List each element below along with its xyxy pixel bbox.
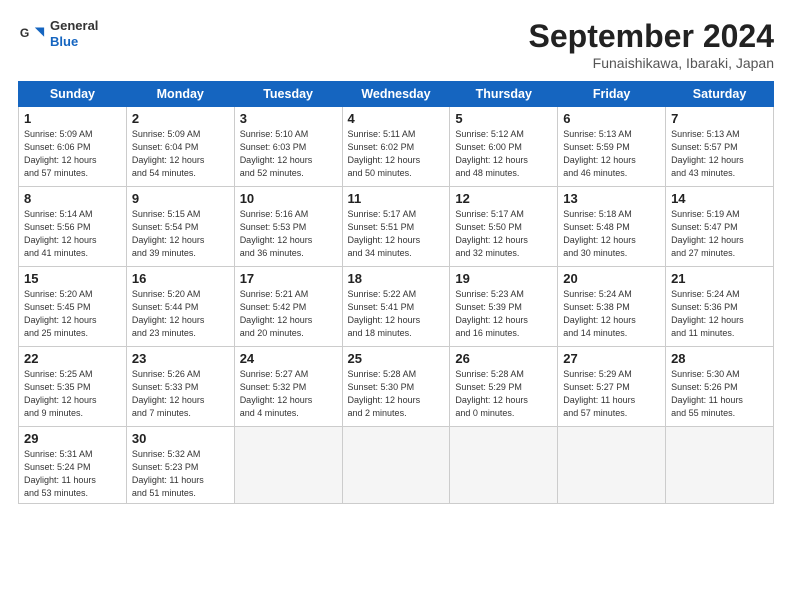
- day-7: 7 Sunrise: 5:13 AMSunset: 5:57 PMDayligh…: [666, 107, 774, 187]
- day-11: 11 Sunrise: 5:17 AMSunset: 5:51 PMDaylig…: [342, 187, 450, 267]
- title-block: September 2024 Funaishikawa, Ibaraki, Ja…: [529, 18, 774, 71]
- page-header: G General Blue September 2024 Funaishika…: [18, 18, 774, 71]
- day-13: 13 Sunrise: 5:18 AMSunset: 5:48 PMDaylig…: [558, 187, 666, 267]
- day-17: 17 Sunrise: 5:21 AMSunset: 5:42 PMDaylig…: [234, 267, 342, 347]
- day-23: 23 Sunrise: 5:26 AMSunset: 5:33 PMDaylig…: [126, 347, 234, 427]
- day-16: 16 Sunrise: 5:20 AMSunset: 5:44 PMDaylig…: [126, 267, 234, 347]
- day-26: 26 Sunrise: 5:28 AMSunset: 5:29 PMDaylig…: [450, 347, 558, 427]
- col-friday: Friday: [558, 82, 666, 107]
- day-22: 22 Sunrise: 5:25 AMSunset: 5:35 PMDaylig…: [19, 347, 127, 427]
- table-row: 8 Sunrise: 5:14 AMSunset: 5:56 PMDayligh…: [19, 187, 774, 267]
- table-row: 29 Sunrise: 5:31 AMSunset: 5:24 PMDaylig…: [19, 427, 774, 504]
- table-row: 15 Sunrise: 5:20 AMSunset: 5:45 PMDaylig…: [19, 267, 774, 347]
- day-14: 14 Sunrise: 5:19 AMSunset: 5:47 PMDaylig…: [666, 187, 774, 267]
- logo-icon: G: [18, 20, 46, 48]
- table-row: 22 Sunrise: 5:25 AMSunset: 5:35 PMDaylig…: [19, 347, 774, 427]
- day-empty-4: [558, 427, 666, 504]
- day-empty-1: [234, 427, 342, 504]
- calendar-table: Sunday Monday Tuesday Wednesday Thursday…: [18, 81, 774, 504]
- logo-general: General: [50, 18, 98, 34]
- day-3: 3 Sunrise: 5:10 AMSunset: 6:03 PMDayligh…: [234, 107, 342, 187]
- day-19: 19 Sunrise: 5:23 AMSunset: 5:39 PMDaylig…: [450, 267, 558, 347]
- day-28: 28 Sunrise: 5:30 AMSunset: 5:26 PMDaylig…: [666, 347, 774, 427]
- day-24: 24 Sunrise: 5:27 AMSunset: 5:32 PMDaylig…: [234, 347, 342, 427]
- location: Funaishikawa, Ibaraki, Japan: [529, 55, 774, 71]
- col-saturday: Saturday: [666, 82, 774, 107]
- day-2: 2 Sunrise: 5:09 AMSunset: 6:04 PMDayligh…: [126, 107, 234, 187]
- day-18: 18 Sunrise: 5:22 AMSunset: 5:41 PMDaylig…: [342, 267, 450, 347]
- day-empty-3: [450, 427, 558, 504]
- col-thursday: Thursday: [450, 82, 558, 107]
- day-8: 8 Sunrise: 5:14 AMSunset: 5:56 PMDayligh…: [19, 187, 127, 267]
- day-1: 1 Sunrise: 5:09 AMSunset: 6:06 PMDayligh…: [19, 107, 127, 187]
- day-6: 6 Sunrise: 5:13 AMSunset: 5:59 PMDayligh…: [558, 107, 666, 187]
- logo: G General Blue: [18, 18, 98, 49]
- day-10: 10 Sunrise: 5:16 AMSunset: 5:53 PMDaylig…: [234, 187, 342, 267]
- table-row: 1 Sunrise: 5:09 AMSunset: 6:06 PMDayligh…: [19, 107, 774, 187]
- day-29: 29 Sunrise: 5:31 AMSunset: 5:24 PMDaylig…: [19, 427, 127, 504]
- col-wednesday: Wednesday: [342, 82, 450, 107]
- day-4: 4 Sunrise: 5:11 AMSunset: 6:02 PMDayligh…: [342, 107, 450, 187]
- col-monday: Monday: [126, 82, 234, 107]
- day-12: 12 Sunrise: 5:17 AMSunset: 5:50 PMDaylig…: [450, 187, 558, 267]
- day-9: 9 Sunrise: 5:15 AMSunset: 5:54 PMDayligh…: [126, 187, 234, 267]
- day-20: 20 Sunrise: 5:24 AMSunset: 5:38 PMDaylig…: [558, 267, 666, 347]
- day-27: 27 Sunrise: 5:29 AMSunset: 5:27 PMDaylig…: [558, 347, 666, 427]
- col-tuesday: Tuesday: [234, 82, 342, 107]
- col-sunday: Sunday: [19, 82, 127, 107]
- day-empty-2: [342, 427, 450, 504]
- day-25: 25 Sunrise: 5:28 AMSunset: 5:30 PMDaylig…: [342, 347, 450, 427]
- day-5: 5 Sunrise: 5:12 AMSunset: 6:00 PMDayligh…: [450, 107, 558, 187]
- day-30: 30 Sunrise: 5:32 AMSunset: 5:23 PMDaylig…: [126, 427, 234, 504]
- day-15: 15 Sunrise: 5:20 AMSunset: 5:45 PMDaylig…: [19, 267, 127, 347]
- svg-text:G: G: [20, 25, 29, 39]
- calendar-page: G General Blue September 2024 Funaishika…: [0, 0, 792, 612]
- logo-blue: Blue: [50, 34, 98, 50]
- month-title: September 2024: [529, 18, 774, 55]
- day-21: 21 Sunrise: 5:24 AMSunset: 5:36 PMDaylig…: [666, 267, 774, 347]
- day-empty-5: [666, 427, 774, 504]
